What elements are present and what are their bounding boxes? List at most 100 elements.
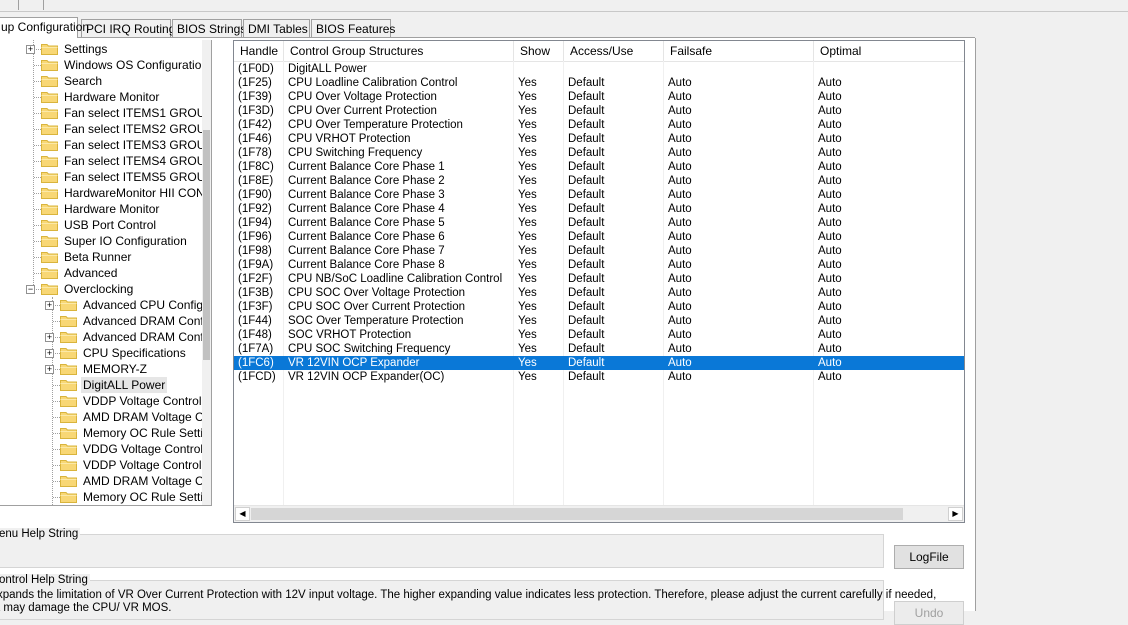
table-row[interactable]: (1F3B) CPU SOC Over Voltage Protection Yes… <box>234 286 964 300</box>
tree-item[interactable]: Memory OC Rule Settings <box>60 425 211 441</box>
table-row[interactable]: (1FCD) VR 12VIN OCP Expander(OC) Yes Defaul… <box>234 370 964 384</box>
tree-item[interactable]: Windows OS Configuration <box>41 57 211 73</box>
column-header[interactable]: Handle <box>234 41 284 61</box>
tree-item[interactable]: Hardware Monitor <box>41 201 211 217</box>
scrollbar-thumb[interactable] <box>203 130 210 360</box>
table-cell: Auto <box>668 91 692 103</box>
tree-item[interactable]: Beta Runner <box>41 249 211 265</box>
table-cell: Yes <box>518 161 537 173</box>
table-row[interactable]: (1F94) Current Balance Core Phase 5 Yes Def… <box>234 216 964 230</box>
column-header[interactable]: Failsafe <box>664 41 814 61</box>
table-row[interactable]: (1F3D) CPU Over Current Protection Yes Defa… <box>234 104 964 118</box>
folder-icon <box>60 476 77 487</box>
expand-icon[interactable]: + <box>26 45 35 54</box>
tab-setup-configuration[interactable]: up Configuration <box>0 17 89 38</box>
tree-connector <box>33 40 34 289</box>
toolbar-button[interactable] <box>19 0 44 10</box>
table-row[interactable]: (1F44) SOC Over Temperature Protection Yes… <box>234 314 964 328</box>
tree-item[interactable]: Advanced CPU Configura <box>60 297 211 313</box>
table-cell: Default <box>568 119 605 131</box>
table-row[interactable]: (1F90) Current Balance Core Phase 3 Yes Def… <box>234 188 964 202</box>
scrollbar-thumb[interactable] <box>251 508 903 520</box>
table-row[interactable]: (1F2F) CPU NB/SoC Loadline Calibration Co… <box>234 272 964 286</box>
tree-item[interactable]: Fan select ITEMS2 GROUP0 <box>41 121 211 137</box>
control-help-label: ontrol Help String <box>0 574 90 586</box>
column-header[interactable]: Control Group Structures <box>284 41 514 61</box>
collapse-icon[interactable]: − <box>26 285 35 294</box>
table-row[interactable]: (1F7A) CPU SOC Switching Frequency Yes Defa… <box>234 342 964 356</box>
scroll-right-icon[interactable]: ▶ <box>948 507 963 521</box>
tree-item[interactable]: Advanced DRAM Configu <box>60 313 211 329</box>
tree-item[interactable]: MEMORY-Z <box>60 361 211 377</box>
tree-item[interactable]: Fan select ITEMS3 GROUP0 <box>41 137 211 153</box>
logfile-button[interactable]: LogFile <box>894 545 964 569</box>
table-cell: Auto <box>818 147 842 159</box>
tree-item[interactable]: DigitALL Power <box>60 377 211 393</box>
table-row[interactable]: (1F96) Current Balance Core Phase 6 Yes Def… <box>234 230 964 244</box>
table-row[interactable]: (1F8C) Current Balance Core Phase 1 Yes Def… <box>234 160 964 174</box>
tree-item[interactable]: Advanced <box>41 265 211 281</box>
table-row[interactable]: (1FC6) VR 12VIN OCP Expander Yes Default Aut… <box>234 356 964 370</box>
tree-item[interactable]: Fan select ITEMS4 GROUP0 <box>41 153 211 169</box>
tree-vertical-scrollbar[interactable] <box>202 40 211 505</box>
table-row[interactable]: (1F25) CPU Loadline Calibration Control Ye… <box>234 76 964 90</box>
tree-item-label: Super IO Configuration <box>64 234 187 248</box>
table-row[interactable]: (1F39) CPU Over Voltage Protection Yes Defa… <box>234 90 964 104</box>
table-row[interactable]: (1F48) SOC VRHOT Protection Yes Default Auto… <box>234 328 964 342</box>
tab-bios-strings[interactable]: BIOS Strings <box>172 19 246 37</box>
tree-item[interactable]: HardwareMonitor HII CONFIG <box>41 185 211 201</box>
table-row[interactable]: (1F46) CPU VRHOT Protection Yes Default Auto… <box>234 132 964 146</box>
table-cell: VR 12VIN OCP Expander(OC) <box>288 371 445 383</box>
column-header[interactable]: Optimal <box>814 41 964 61</box>
tree-item[interactable]: Search <box>41 73 211 89</box>
table-row[interactable]: (1F9A) Current Balance Core Phase 8 Yes Def… <box>234 258 964 272</box>
tree-item[interactable]: USB Port Control <box>41 217 211 233</box>
expand-icon[interactable]: + <box>45 349 54 358</box>
tree-item[interactable]: Fan select ITEMS5 GROUP0 <box>41 169 211 185</box>
table-cell: Yes <box>518 315 537 327</box>
tab-pci-irq-routing[interactable]: PCI IRQ Routing <box>81 19 175 37</box>
tree-item[interactable]: Overclocking <box>41 281 211 297</box>
tree-item-label: Windows OS Configuration <box>64 58 209 72</box>
expand-icon[interactable]: + <box>45 365 54 374</box>
tree-item[interactable]: Memory OC Rule Settings <box>60 489 211 505</box>
tree-item-label: Overclocking <box>64 282 134 296</box>
table-row[interactable]: (1F8E) Current Balance Core Phase 2 Yes Def… <box>234 174 964 188</box>
tree-item[interactable]: Advanced DRAM Configu <box>60 329 211 345</box>
scroll-left-icon[interactable]: ◀ <box>235 507 250 521</box>
tree-item[interactable]: VDDP Voltage Control <box>60 457 211 473</box>
expand-icon[interactable]: + <box>45 333 54 342</box>
tree-item[interactable]: VDDP Voltage Control <box>60 393 211 409</box>
table-row[interactable]: (1F78) CPU Switching Frequency Yes Default A… <box>234 146 964 160</box>
table-cell: Default <box>568 231 605 243</box>
expand-icon[interactable]: + <box>45 301 54 310</box>
table-row[interactable]: (1F42) CPU Over Temperature Protection Yes… <box>234 118 964 132</box>
table-row[interactable]: (1F0D) DigitALL Power <box>234 62 964 76</box>
folder-icon <box>60 316 77 327</box>
tree-item[interactable]: Settings <box>41 41 211 57</box>
tree-item[interactable]: VDDG Voltage Control <box>60 441 211 457</box>
tree-item[interactable]: Fan select ITEMS1 GROUP0 <box>41 105 211 121</box>
table-cell: DigitALL Power <box>288 63 367 75</box>
tab-dmi-tables[interactable]: DMI Tables <box>243 19 310 37</box>
tree-connector <box>34 65 41 66</box>
column-header[interactable]: Access/Use <box>564 41 664 61</box>
tree-item[interactable]: CPU Specifications <box>60 345 211 361</box>
tree-item[interactable]: AMD DRAM Voltage Con <box>60 473 211 489</box>
table-row[interactable]: (1F3F) CPU SOC Over Current Protection Yes… <box>234 300 964 314</box>
tree-item[interactable]: AMD DRAM Voltage Con <box>60 409 211 425</box>
table-row[interactable]: (1F92) Current Balance Core Phase 4 Yes Def… <box>234 202 964 216</box>
column-header[interactable]: Show <box>514 41 564 61</box>
tree-item[interactable]: Super IO Configuration <box>41 233 211 249</box>
setup-tree[interactable]: + Settings Windows OS Configuration Search H… <box>0 40 212 506</box>
control-group-table[interactable]: Handle Control Group Structures Show Access… <box>233 40 965 523</box>
table-cell: Yes <box>518 119 537 131</box>
toolbar-button[interactable] <box>0 0 19 10</box>
tree-item[interactable]: Hardware Monitor <box>41 89 211 105</box>
tree-item-label: DigitALL Power <box>81 377 168 393</box>
horizontal-scrollbar[interactable]: ◀ ▶ <box>234 505 964 522</box>
undo-button[interactable]: Undo <box>894 601 964 625</box>
tab-bios-features[interactable]: BIOS Features <box>311 19 395 37</box>
table-row[interactable]: (1F98) Current Balance Core Phase 7 Yes Def… <box>234 244 964 258</box>
table-cell: CPU Over Temperature Protection <box>288 119 463 131</box>
